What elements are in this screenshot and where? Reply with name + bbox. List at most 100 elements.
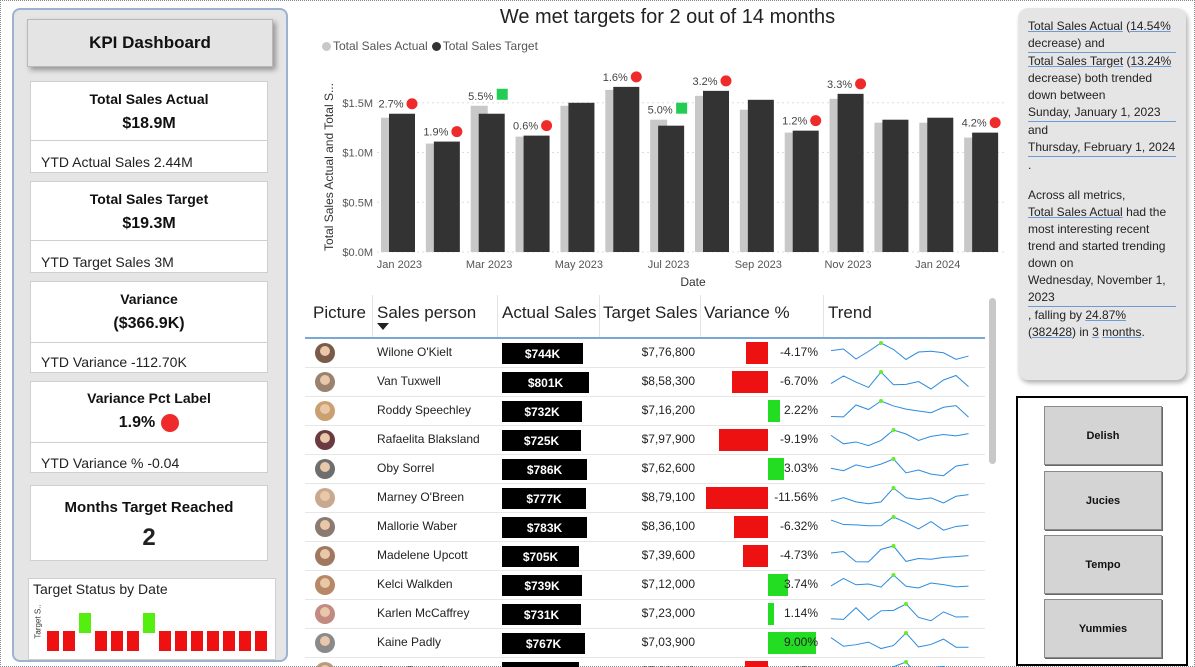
table-row[interactable]: Roddy Speechley $732K $7,16,200 2.22% xyxy=(305,396,985,426)
card-title: Total Sales Actual xyxy=(89,91,209,107)
actual-sales-bar: $707K xyxy=(502,662,579,667)
col-header-actual-sales[interactable]: Actual Sales xyxy=(502,303,597,323)
actual-sales-bar: $731K xyxy=(502,604,581,625)
target-status-bar xyxy=(47,631,59,651)
card-total-sales-target[interactable]: Total Sales Target $19.3M YTD Target Sal… xyxy=(30,181,268,273)
sort-desc-icon[interactable] xyxy=(377,323,389,330)
card-total-sales-actual[interactable]: Total Sales Actual $18.9M YTD Actual Sal… xyxy=(30,81,268,173)
target-sales-value: $7,12,000 xyxy=(641,577,695,591)
sales-table[interactable]: Picture Sales person Actual Sales Target… xyxy=(305,295,1000,667)
slicer-button-delish[interactable]: Delish xyxy=(1044,406,1162,465)
bar-target xyxy=(389,113,415,252)
x-axis-title: Date xyxy=(680,275,706,289)
table-row[interactable]: Oby Sorrel $786K $7,62,600 3.03% xyxy=(305,454,985,484)
table-row[interactable]: Madelene Upcott $705K $7,39,600 -4.73% xyxy=(305,541,985,571)
trend-sparkline xyxy=(830,486,969,505)
avatar xyxy=(315,343,335,363)
sparkline-line xyxy=(830,371,969,390)
data-label: 2.7% xyxy=(378,99,403,111)
col-header-picture[interactable]: Picture xyxy=(313,303,366,323)
data-label: 4.2% xyxy=(962,118,987,130)
actual-sales-bar: $783K xyxy=(502,517,587,538)
table-row[interactable]: Rafaelita Blaksland $725K $7,97,900 -9.19% xyxy=(305,425,985,455)
x-tick-label: Mar 2023 xyxy=(466,259,512,271)
actual-sales-bar: $767K xyxy=(502,633,585,654)
sparkline-peak-marker xyxy=(904,660,908,664)
sales-chart[interactable]: $0.0M $0.5M $1.0M $1.5M Total Sales Actual a… xyxy=(315,55,1005,295)
slicer-button-tempo[interactable]: Tempo xyxy=(1044,535,1162,594)
variance-value: -9.19% xyxy=(779,432,818,446)
card-title: Variance Pct Label xyxy=(87,390,211,406)
sparkline-peak-marker xyxy=(904,602,908,606)
bar-target xyxy=(882,119,909,252)
card-months-target-reached[interactable]: Months Target Reached 2 xyxy=(30,485,268,561)
sparkline-line xyxy=(830,400,969,418)
card-subtext: YTD Target Sales 3M xyxy=(41,254,174,270)
legend-item-actual[interactable]: Total Sales Actual xyxy=(322,39,428,53)
narrative-date: Thursday, February 1, 2024 xyxy=(1028,140,1176,154)
col-header-salesperson[interactable]: Sales person xyxy=(377,303,476,323)
salesperson-name: Kaine Padly xyxy=(377,635,442,649)
chart-title: We met targets for 2 out of 14 months xyxy=(499,6,836,28)
target-status-title: Target Status by Date xyxy=(33,581,168,597)
avatar xyxy=(315,517,335,537)
col-header-target-sales[interactable]: Target Sales xyxy=(603,303,698,323)
status-red-dot-icon xyxy=(161,414,180,432)
chart-legend[interactable]: Total Sales Actual Total Sales Target xyxy=(322,39,538,53)
col-header-variance[interactable]: Variance % xyxy=(704,303,790,323)
legend-item-target[interactable]: Total Sales Target xyxy=(431,39,538,53)
data-label: 3.2% xyxy=(692,76,717,88)
table-row[interactable]: Van Tuxwell $801K $8,58,300 -6.70% xyxy=(305,367,985,397)
target-sales-value: $7,23,000 xyxy=(641,606,695,620)
table-row[interactable]: Wilone O'Kielt $744K $7,76,800 -4.17% xyxy=(305,338,985,368)
target-miss-dot-icon xyxy=(451,126,463,138)
bar-target xyxy=(837,93,864,252)
slicer-button-jucies[interactable]: Jucies xyxy=(1044,471,1162,530)
variance-value: -6.70% xyxy=(779,374,818,388)
variance-value: -11.56% xyxy=(774,490,818,504)
table-scrollbar[interactable] xyxy=(989,298,996,464)
avatar xyxy=(315,604,335,624)
sparkline-line xyxy=(830,545,969,563)
table-row[interactable]: Kelci Walkden $739K $7,12,000 3.74% xyxy=(305,570,985,600)
actual-sales-bar: $705K xyxy=(502,546,579,567)
target-met-square-icon xyxy=(496,88,508,100)
card-subtext: YTD Actual Sales 2.44M xyxy=(41,154,193,170)
bar-target xyxy=(568,102,595,252)
table-row[interactable]: Marney O'Breen $777K $8,79,100 -11.56% xyxy=(305,483,985,513)
card-subtext: YTD Variance -112.70K xyxy=(41,354,187,370)
sparkline-peak-marker xyxy=(891,457,896,461)
avatar xyxy=(315,633,335,653)
sparkline-peak-marker xyxy=(891,428,896,432)
narrative-text: in xyxy=(1079,325,1089,339)
table-row[interactable]: Karlen McCaffrey $731K $7,23,000 1.14% xyxy=(305,599,985,629)
sparkline-peak-marker xyxy=(891,486,896,490)
narrative-text: and xyxy=(1028,123,1049,137)
actual-sales-bar: $801K xyxy=(502,372,589,393)
x-tick-label: Sep 2023 xyxy=(735,259,782,271)
sparkline-line xyxy=(891,661,945,667)
sparkline-peak-marker xyxy=(879,399,883,403)
card-value: 2 xyxy=(142,524,156,551)
target-status-chart[interactable]: Target Status by Date Target S.. xyxy=(28,578,276,660)
bar-target xyxy=(747,99,774,252)
x-tick-label: May 2023 xyxy=(555,259,603,271)
card-value: $19.3M xyxy=(122,215,176,232)
kpi-dashboard-title: KPI Dashboard xyxy=(27,19,273,67)
target-miss-dot-icon xyxy=(810,115,822,127)
card-variance-pct[interactable]: Variance Pct Label 1.9% YTD Variance % -… xyxy=(30,381,268,473)
trend-sparkline xyxy=(891,660,945,667)
variance-value: 3.74% xyxy=(783,577,818,591)
col-header-trend[interactable]: Trend xyxy=(828,303,872,323)
slicer-button-yummies[interactable]: Yummies xyxy=(1044,599,1162,658)
target-status-bar xyxy=(127,631,139,651)
narrative-number: 3 xyxy=(1092,325,1099,339)
table-row[interactable]: Kaine Padly $767K $7,03,900 9.00% xyxy=(305,628,985,658)
table-row[interactable]: John Rockefort$707K$7,38,900-4.35% xyxy=(305,657,985,667)
card-variance[interactable]: Variance ($366.9K) YTD Variance -112.70K xyxy=(30,281,268,373)
data-label: 1.6% xyxy=(603,72,628,84)
x-tick-label: Jul 2023 xyxy=(648,259,690,271)
col-separator xyxy=(372,295,373,337)
table-row[interactable]: Mallorie Waber $783K $8,36,100 -6.32% xyxy=(305,512,985,542)
x-tick-label: Jan 2023 xyxy=(377,259,422,271)
